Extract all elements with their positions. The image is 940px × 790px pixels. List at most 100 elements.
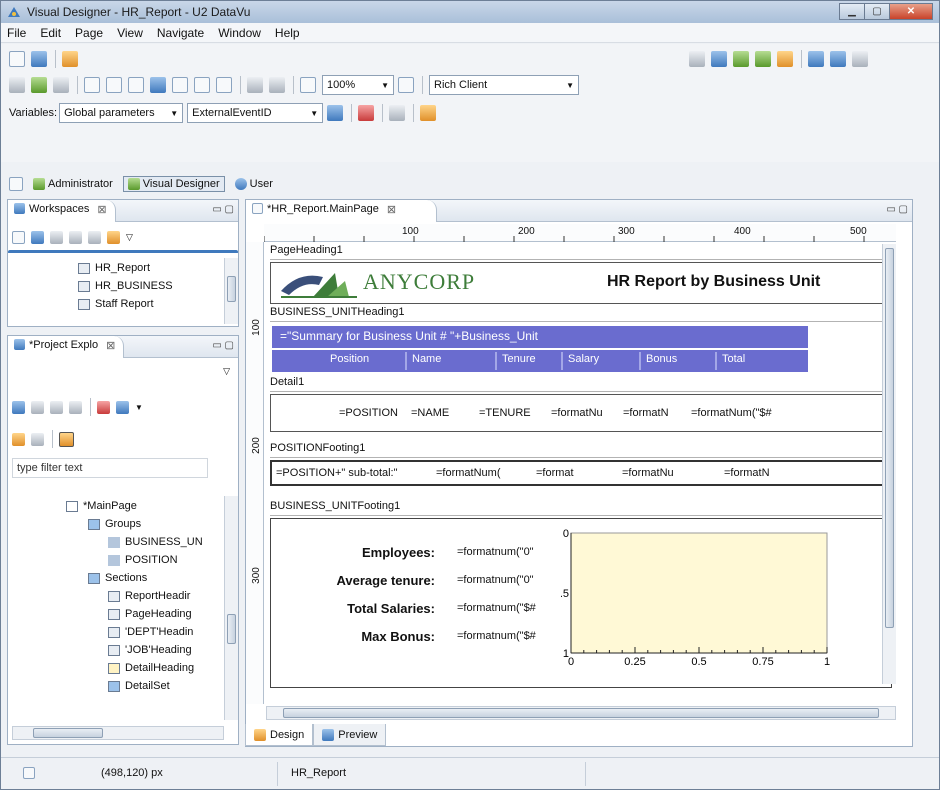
minimize-maximize-icon[interactable]: ▭ ▢ xyxy=(212,340,234,351)
tree-item-sections[interactable]: Sections xyxy=(88,572,147,584)
zoom-in-icon[interactable] xyxy=(398,77,414,93)
run-icon[interactable] xyxy=(777,51,793,67)
workspace-item[interactable]: Staff Report xyxy=(78,298,154,310)
collapse-icon[interactable] xyxy=(12,230,25,244)
detail-band[interactable]: =POSITION =NAME =TENURE =formatNu =forma… xyxy=(270,394,892,432)
delete-icon[interactable] xyxy=(97,400,110,414)
perspective-visual-designer[interactable]: Visual Designer xyxy=(122,176,225,192)
layout-icon[interactable] xyxy=(808,51,824,67)
menu-navigate[interactable]: Navigate xyxy=(157,26,204,40)
undo-icon[interactable] xyxy=(53,77,69,93)
filter-icon[interactable] xyxy=(389,105,406,121)
layout-icon[interactable] xyxy=(128,77,144,93)
detail-field[interactable]: =formatNu xyxy=(551,407,603,419)
sync-icon[interactable] xyxy=(755,51,771,67)
grid-icon[interactable] xyxy=(852,51,868,67)
workspace-item[interactable]: HR_BUSINESS xyxy=(78,280,173,292)
view-menu-icon[interactable]: ▽ xyxy=(223,366,230,377)
back-arrow-icon[interactable] xyxy=(31,432,44,446)
summary-value[interactable]: =formatnum("$# xyxy=(457,602,561,614)
zoom-out-icon[interactable] xyxy=(300,77,316,93)
save-icon[interactable] xyxy=(31,51,47,67)
new-item-icon[interactable] xyxy=(116,400,129,414)
footing-field[interactable]: =formatNum( xyxy=(436,467,501,479)
refresh-icon[interactable] xyxy=(733,51,749,67)
close-icon[interactable]: ⊠ xyxy=(97,203,106,216)
workspace-item[interactable]: HR_Report xyxy=(78,262,150,274)
editor-tab[interactable]: *HR_Report.MainPage ⊠ xyxy=(246,200,438,222)
variables-edit-icon[interactable] xyxy=(327,105,344,121)
forward-arrow-icon[interactable] xyxy=(69,230,82,244)
scroll-thumb[interactable] xyxy=(227,614,236,644)
summary-expression[interactable]: ="Summary for Business Unit # "+Business… xyxy=(272,326,808,348)
cut-icon[interactable] xyxy=(9,77,25,93)
perspective-administrator[interactable]: Administrator xyxy=(29,177,117,191)
link-icon[interactable] xyxy=(31,230,44,244)
filter-toggle-icon[interactable] xyxy=(59,431,74,447)
footing-field[interactable]: =POSITION+" sub-total:" xyxy=(276,467,398,479)
database-icon[interactable] xyxy=(711,51,727,67)
variables-name-select[interactable]: ExternalEventID ▼ xyxy=(187,103,324,123)
summary-label[interactable]: Average tenure: xyxy=(337,573,436,588)
client-select[interactable]: Rich Client ▼ xyxy=(429,75,579,95)
footing-field[interactable]: =formatN xyxy=(724,467,814,479)
tree-item-section[interactable]: DetailHeading xyxy=(108,662,194,674)
summary-label[interactable]: Employees: xyxy=(362,545,435,560)
detail-field[interactable]: =formatNum("$# xyxy=(691,407,887,419)
table-icon[interactable] xyxy=(830,51,846,67)
close-icon[interactable]: ⊠ xyxy=(387,203,396,216)
summary-label[interactable]: Total Salaries: xyxy=(347,601,435,616)
section-label-bu-heading[interactable]: BUSINESS_UNITHeading1 xyxy=(270,306,896,322)
minimize-maximize-icon[interactable]: ▭ ▢ xyxy=(886,204,908,215)
filter-input[interactable]: type filter text xyxy=(12,458,208,478)
summary-value[interactable]: =formatnum("0" xyxy=(457,574,561,586)
debug-icon[interactable] xyxy=(358,105,375,121)
menu-file[interactable]: File xyxy=(7,26,26,40)
section-label-page-heading[interactable]: PageHeading1 xyxy=(270,244,896,260)
tool-icon[interactable] xyxy=(689,51,705,67)
columns-icon[interactable] xyxy=(194,77,210,93)
back-arrow-icon[interactable] xyxy=(31,400,44,414)
project-hscrollbar[interactable] xyxy=(12,726,224,740)
footing-field[interactable]: =formatNu xyxy=(622,467,674,479)
summary-label[interactable]: Max Bonus: xyxy=(361,629,435,644)
detail-field[interactable]: =POSITION xyxy=(339,407,398,419)
workspaces-tab[interactable]: Workspaces ⊠ xyxy=(8,200,116,222)
summary-value[interactable]: =formatnum("$# xyxy=(457,630,561,642)
perspective-user[interactable]: User xyxy=(231,177,277,191)
tools-icon[interactable] xyxy=(107,230,120,244)
band-icon[interactable] xyxy=(106,77,122,93)
detail-field[interactable]: =formatN xyxy=(623,407,669,419)
section-icon[interactable] xyxy=(84,77,100,93)
home-icon[interactable] xyxy=(69,400,82,414)
tools-icon[interactable] xyxy=(12,432,25,446)
tree-item-group[interactable]: POSITION xyxy=(108,554,178,566)
rows-icon[interactable] xyxy=(216,77,232,93)
chevron-down-icon[interactable]: ▼ xyxy=(135,403,143,412)
menu-view[interactable]: View xyxy=(117,26,143,40)
detail-field[interactable]: =TENURE xyxy=(479,407,531,419)
scroll-thumb[interactable] xyxy=(885,248,894,628)
maximize-button[interactable]: ▢ xyxy=(864,3,890,20)
frame-icon[interactable] xyxy=(172,77,188,93)
open-folder-icon[interactable] xyxy=(62,51,78,67)
scroll-thumb[interactable] xyxy=(227,276,236,302)
selected-layout-icon[interactable] xyxy=(150,77,166,93)
section-label-detail[interactable]: Detail1 xyxy=(270,376,896,392)
project-scrollbar[interactable] xyxy=(224,496,238,720)
tab-preview[interactable]: Preview xyxy=(313,724,387,746)
menu-help[interactable]: Help xyxy=(275,26,300,40)
tree-item-mainpage[interactable]: *MainPage xyxy=(66,500,137,512)
section-label-position-footing[interactable]: POSITIONFooting1 xyxy=(270,442,896,458)
tree-item-section[interactable]: DetailSet xyxy=(108,680,170,692)
detail-field[interactable]: =NAME xyxy=(411,407,449,419)
link-icon[interactable] xyxy=(12,400,25,414)
menu-page[interactable]: Page xyxy=(75,26,103,40)
back-arrow-icon[interactable] xyxy=(247,77,263,93)
tree-item-section[interactable]: 'DEPT'Headin xyxy=(108,626,193,638)
project-explorer-tab[interactable]: *Project Explo ⊠ xyxy=(8,336,125,358)
tree-item-groups[interactable]: Groups xyxy=(88,518,141,530)
view-menu-icon[interactable]: ▽ xyxy=(126,232,133,243)
forward-arrow-icon[interactable] xyxy=(269,77,285,93)
home-icon[interactable] xyxy=(88,230,101,244)
